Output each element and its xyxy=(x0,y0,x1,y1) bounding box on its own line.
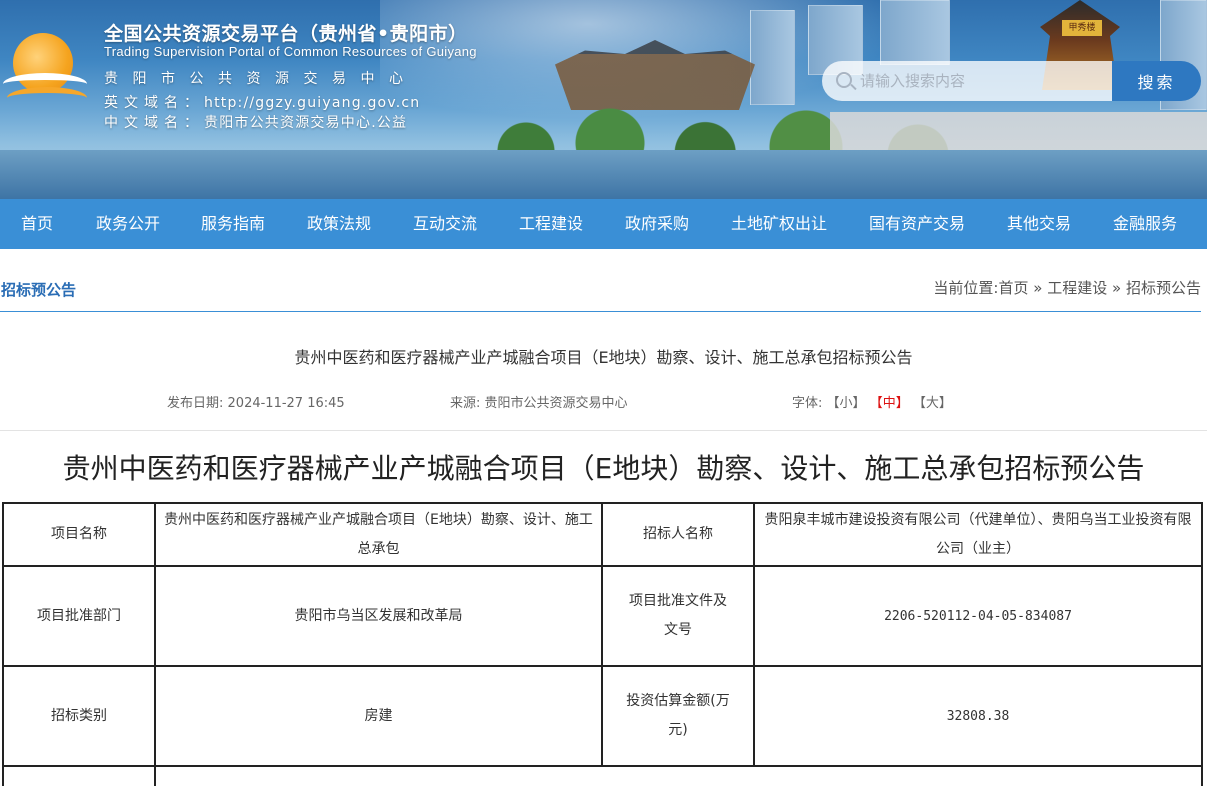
nav-item-interaction[interactable]: 互动交流 xyxy=(413,199,477,249)
section-title: 招标预公告 xyxy=(1,281,77,299)
font-size-label: 字体: xyxy=(792,396,823,411)
breadcrumb-home[interactable]: 首页 xyxy=(998,279,1028,297)
breadcrumb-separator: » xyxy=(1112,279,1122,297)
source-label: 来源: xyxy=(450,396,481,411)
domain-cn: 中文域名：贵阳市公共资源交易中心.公益 xyxy=(104,112,407,132)
nav-item-land-mining[interactable]: 土地矿权出让 xyxy=(731,199,827,249)
divider xyxy=(0,430,1207,431)
banner-building xyxy=(880,0,950,65)
table-cell-value: 32808.38 xyxy=(753,665,1203,767)
font-size-switcher: 字体: 【小】 【中】 【大】 xyxy=(792,392,952,411)
breadcrumb-prefix: 当前位置: xyxy=(933,279,999,297)
table-cell-label: 投资估算金额(万元) xyxy=(601,665,755,767)
project-info-table: 项目名称 贵州中医药和医疗器械产业产城融合项目（E地块）勘察、设计、施工总承包 … xyxy=(2,502,1203,786)
center-name: 贵阳市公共资源交易中心 xyxy=(104,71,418,87)
table-cell-label: 项目批准文件及文号 xyxy=(601,565,755,667)
nav-item-other-trade[interactable]: 其他交易 xyxy=(1007,199,1071,249)
domain-cn-value: 贵阳市公共资源交易中心.公益 xyxy=(204,115,408,131)
table-cell-value xyxy=(154,765,1203,786)
site-title: 全国公共资源交易平台（贵州省•贵阳市） xyxy=(104,23,468,45)
nav-item-gov-procurement[interactable]: 政府采购 xyxy=(625,199,689,249)
publish-date-label: 发布日期: xyxy=(167,396,224,411)
section-bar: 招标预公告 当前位置:首页 » 工程建设 » 招标预公告 xyxy=(0,265,1201,312)
breadcrumb: 当前位置:首页 » 工程建设 » 招标预公告 xyxy=(933,277,1201,298)
domain-en: 英文域名：http://ggzy.guiyang.gov.cn xyxy=(104,92,420,112)
table-row: 项目批准部门 贵阳市乌当区发展和改革局 项目批准文件及文号 2206-52011… xyxy=(2,565,1203,667)
banner-pagoda-sign: 甲秀楼 xyxy=(1062,20,1102,36)
table-cell-label: 项目名称 xyxy=(2,502,156,567)
domain-en-label: 英文域名： xyxy=(104,95,204,111)
nav-item-construction[interactable]: 工程建设 xyxy=(519,199,583,249)
table-cell-value: 贵州中医药和医疗器械产业产城融合项目（E地块）勘察、设计、施工总承包 xyxy=(154,502,603,567)
search-icon xyxy=(836,72,852,88)
site-logo[interactable] xyxy=(3,33,87,113)
banner-building xyxy=(750,10,795,105)
table-cell-label xyxy=(2,765,156,786)
nav-item-policies[interactable]: 政策法规 xyxy=(307,199,371,249)
font-size-medium[interactable]: 【中】 xyxy=(870,396,909,411)
search-box xyxy=(822,61,1112,101)
table-row: 项目名称 贵州中医药和医疗器械产业产城融合项目（E地块）勘察、设计、施工总承包 … xyxy=(2,502,1203,567)
table-cell-label: 招标类别 xyxy=(2,665,156,767)
table-row: 招标类别 房建 投资估算金额(万元) 32808.38 xyxy=(2,665,1203,767)
logo-wave-icon xyxy=(7,87,87,109)
domain-cn-label: 中文域名： xyxy=(104,115,204,131)
document-heading: 贵州中医药和医疗器械产业产城融合项目（E地块）勘察、设计、施工总承包招标预公告 xyxy=(62,452,1145,485)
table-cell-value: 贵阳泉丰城市建设投资有限公司（代建单位）、贵阳乌当工业投资有限公司（业主） xyxy=(753,502,1203,567)
table-cell-value: 贵阳市乌当区发展和改革局 xyxy=(154,565,603,667)
table-cell-label: 项目批准部门 xyxy=(2,565,156,667)
nav-item-service-guide[interactable]: 服务指南 xyxy=(201,199,265,249)
font-size-large[interactable]: 【大】 xyxy=(913,396,952,411)
article-title: 贵州中医药和医疗器械产业产城融合项目（E地块）勘察、设计、施工总承包招标预公告 xyxy=(294,348,913,367)
breadcrumb-construction[interactable]: 工程建设 xyxy=(1047,279,1107,297)
table-row xyxy=(2,765,1203,786)
domain-en-value: http://ggzy.guiyang.gov.cn xyxy=(204,95,421,111)
nav-item-gov-affairs[interactable]: 政务公开 xyxy=(96,199,160,249)
table-cell-label: 招标人名称 xyxy=(601,502,755,567)
font-size-small[interactable]: 【小】 xyxy=(827,396,866,411)
breadcrumb-current[interactable]: 招标预公告 xyxy=(1126,279,1201,297)
article-source: 来源: 贵阳市公共资源交易中心 xyxy=(450,392,628,411)
publish-date: 发布日期: 2024-11-27 16:45 xyxy=(167,392,345,411)
source-value: 贵阳市公共资源交易中心 xyxy=(484,396,628,411)
breadcrumb-separator: » xyxy=(1033,279,1043,297)
search-button[interactable]: 搜索 xyxy=(1112,61,1201,101)
table-cell-value: 2206-520112-04-05-834087 xyxy=(753,565,1203,667)
nav-item-home[interactable]: 首页 xyxy=(21,199,53,249)
header-banner: 甲秀楼 全国公共资源交易平台（贵州省•贵阳市） Trading Supervis… xyxy=(0,0,1207,199)
banner-water xyxy=(0,150,1207,199)
publish-date-value: 2024-11-27 16:45 xyxy=(227,396,345,411)
search-input[interactable] xyxy=(860,61,1105,101)
nav-item-state-assets[interactable]: 国有资产交易 xyxy=(869,199,965,249)
table-cell-value: 房建 xyxy=(154,665,603,767)
site-subtitle-en: Trading Supervision Portal of Common Res… xyxy=(104,44,477,59)
nav-item-finance[interactable]: 金融服务 xyxy=(1113,199,1177,249)
main-nav: 首页 政务公开 服务指南 政策法规 互动交流 工程建设 政府采购 土地矿权出让 … xyxy=(0,199,1207,249)
